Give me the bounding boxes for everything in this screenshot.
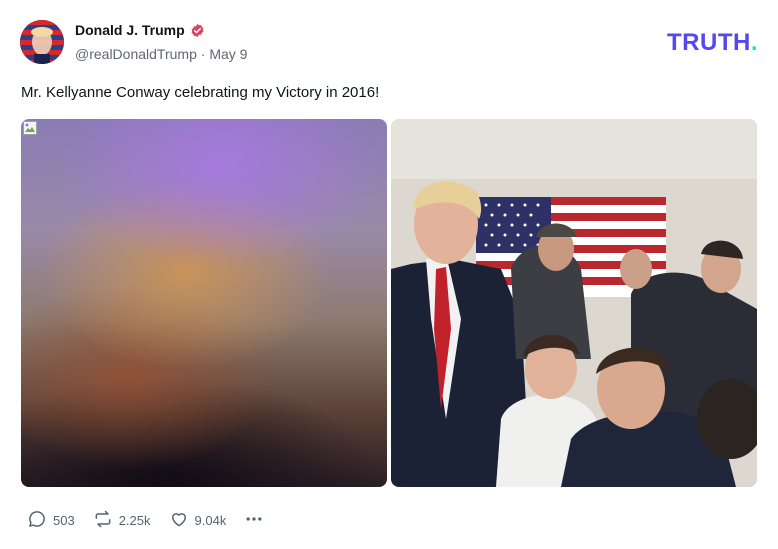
brand-text: TRUTH [667, 29, 751, 56]
retruth-icon [93, 509, 113, 532]
reply-count: 503 [53, 513, 75, 528]
reply-button[interactable]: 503 [27, 509, 75, 532]
post-text: Mr. Kellyanne Conway celebrating my Vict… [21, 84, 380, 101]
broken-image-icon [23, 121, 37, 135]
verified-badge-icon [190, 23, 205, 38]
post-date[interactable]: May 9 [209, 46, 247, 62]
more-button[interactable] [244, 509, 264, 532]
author-name[interactable]: Donald J. Trump [75, 22, 185, 38]
meta-separator: · [200, 46, 206, 62]
retruth-button[interactable]: 2.25k [93, 509, 151, 532]
like-button[interactable]: 9.04k [169, 509, 227, 532]
like-icon [169, 509, 189, 532]
retruth-count: 2.25k [118, 513, 151, 528]
avatar[interactable] [20, 20, 64, 64]
brand-dot: . [750, 29, 758, 56]
author-handle[interactable]: @realDonaldTrump [75, 46, 197, 62]
truth-logo[interactable]: TRUTH. [667, 29, 758, 57]
post-image-right[interactable] [391, 119, 757, 487]
reply-icon [27, 509, 47, 532]
more-icon [244, 509, 264, 532]
like-count: 9.04k [194, 513, 227, 528]
post-image-left[interactable] [21, 119, 387, 487]
